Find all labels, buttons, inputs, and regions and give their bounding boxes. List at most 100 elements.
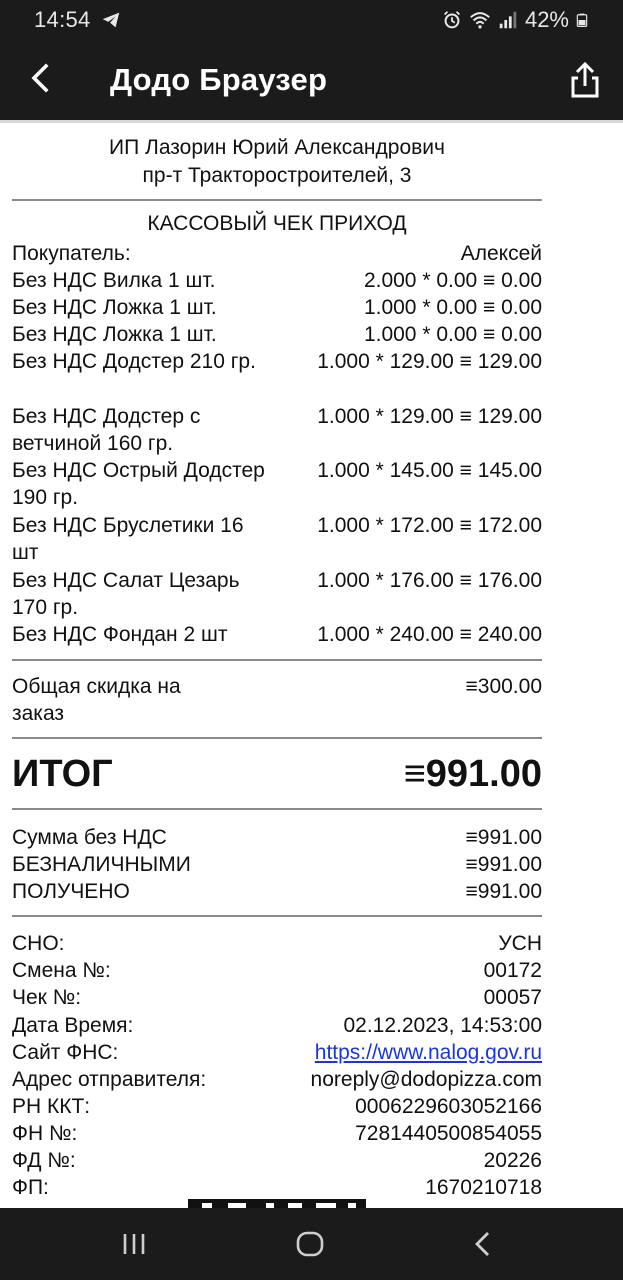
fd-label: ФД №: (12, 1149, 76, 1172)
item-calc: 1.000 * 145.00 ≡ 145.00 (317, 459, 542, 482)
fd-row: ФД №: 20226 (12, 1147, 542, 1174)
sender-row: Адрес отправителя: noreply@dodopizza.com (12, 1066, 542, 1093)
list-item: Без НДС Острый Додстер 190 гр. 1.000 * 1… (12, 457, 542, 511)
recent-apps-icon[interactable] (114, 1228, 154, 1260)
item-calc: 1.000 * 240.00 ≡ 240.00 (317, 623, 542, 646)
buyer-label: Покупатель: (12, 242, 131, 265)
item-calc: 1.000 * 0.00 ≡ 0.00 (363, 296, 542, 319)
sno-row: СНО: УСН (12, 930, 542, 957)
datetime-label: Дата Время: (12, 1014, 134, 1037)
discount-label: Общая скидка на заказ (12, 675, 181, 725)
system-nav-bar (0, 1208, 623, 1280)
back-arrow-icon[interactable] (22, 56, 62, 100)
sum-no-vat-row: Сумма без НДС ≡991.00 (12, 824, 542, 851)
item-calc: 1.000 * 172.00 ≡ 172.00 (317, 514, 542, 537)
buyer-row: Покупатель: Алексей (12, 240, 542, 267)
received-value: ≡991.00 (465, 880, 542, 903)
fp-value: 1670210718 (425, 1176, 542, 1199)
sum-no-vat-label: Сумма без НДС (12, 826, 167, 849)
sender-label: Адрес отправителя: (12, 1068, 207, 1091)
receipt-title: КАССОВЫЙ ЧЕК ПРИХОД (147, 212, 407, 235)
back-icon[interactable] (464, 1228, 504, 1260)
alarm-icon (443, 11, 460, 29)
item-name: Без НДС Фондан 2 шт (12, 623, 228, 646)
shift-value: 00172 (483, 959, 542, 982)
status-bar: 14:54 42% (0, 0, 623, 40)
list-item: Без НДС Вилка 1 шт. 2.000 * 0.00 ≡ 0.00 (12, 267, 542, 294)
divider (12, 199, 542, 201)
app-bar: Додо Браузер (0, 40, 623, 120)
fp-row: ФП: 1670210718 (12, 1174, 542, 1201)
fns-row: Сайт ФНС: https://www.nalog.gov.ru (12, 1039, 542, 1066)
item-calc: 1.000 * 0.00 ≡ 0.00 (363, 323, 542, 346)
battery-percent: 42% (524, 7, 569, 32)
buyer-value: Алексей (460, 242, 542, 265)
app-title: Додо Браузер (110, 62, 328, 97)
item-calc: 1.000 * 129.00 ≡ 129.00 (317, 350, 542, 373)
item-name: Без НДС Вилка 1 шт. (12, 269, 216, 292)
list-item: Без НДС Салат Цезарь 170 гр. 1.000 * 176… (12, 567, 542, 621)
item-name: Без НДС Ложка 1 шт. (12, 323, 217, 346)
fn-label: ФН №: (12, 1122, 78, 1145)
datetime-row: Дата Время: 02.12.2023, 14:53:00 (12, 1012, 542, 1039)
sender-value: noreply@dodopizza.com (310, 1068, 542, 1091)
status-time: 14:54 (34, 7, 91, 32)
seller-name: ИП Лазорин Юрий Александрович (109, 136, 445, 159)
divider (12, 808, 542, 810)
shift-row: Смена №: 00172 (12, 957, 542, 984)
sum-no-vat-value: ≡991.00 (465, 826, 542, 849)
item-name: Без НДС Острый Додстер 190 гр. (12, 459, 265, 509)
cashless-value: ≡991.00 (465, 853, 542, 876)
datetime-value: 02.12.2023, 14:53:00 (343, 1014, 542, 1037)
fd-value: 20226 (483, 1149, 542, 1172)
list-item: Без НДС Ложка 1 шт. 1.000 * 0.00 ≡ 0.00 (12, 321, 542, 348)
item-calc: 2.000 * 0.00 ≡ 0.00 (363, 269, 542, 292)
check-row: Чек №: 00057 (12, 984, 542, 1011)
list-item: Без НДС Додстер с ветчиной 160 гр. 1.000… (12, 403, 542, 457)
discount-value: ≡300.00 (465, 675, 542, 698)
status-icons: 42% (441, 7, 589, 33)
rn-row: РН ККТ: 0006229603052166 (12, 1093, 542, 1120)
fp-label: ФП: (12, 1176, 49, 1199)
receipt: ИП Лазорин Юрий Александрович пр-т Тракт… (0, 120, 623, 1208)
item-name: Без НДС Додстер 210 гр. (12, 350, 256, 373)
divider (12, 659, 542, 661)
home-icon[interactable] (290, 1228, 330, 1260)
seller-address: пр-т Тракторостроителей, 3 (142, 164, 412, 187)
list-item: Без НДС Додстер 210 гр. 1.000 * 129.00 ≡… (12, 348, 542, 375)
share-icon[interactable] (565, 58, 605, 102)
total-label: ИТОГ (12, 753, 113, 795)
total-value: ≡991.00 (403, 753, 542, 795)
sno-value: УСН (498, 932, 542, 955)
list-item: Без НДС Ложка 1 шт. 1.000 * 0.00 ≡ 0.00 (12, 294, 542, 321)
fns-label: Сайт ФНС: (12, 1041, 119, 1064)
item-name: Без НДС Салат Цезарь 170 гр. (12, 569, 240, 619)
item-name: Без НДС Ложка 1 шт. (12, 296, 217, 319)
received-label: ПОЛУЧЕНО (12, 880, 130, 903)
fn-row: ФН №: 7281440500854055 (12, 1120, 542, 1147)
check-value: 00057 (483, 986, 542, 1009)
fns-link[interactable]: https://www.nalog.gov.ru (315, 1039, 542, 1066)
list-item: Без НДС Фондан 2 шт 1.000 * 240.00 ≡ 240… (12, 621, 542, 648)
telegram-icon (102, 12, 120, 28)
divider (12, 915, 542, 917)
discount-row: Общая скидка на заказ ≡300.00 (12, 673, 542, 727)
qr-code (188, 1199, 366, 1208)
wifi-icon (470, 12, 490, 29)
rn-value: 0006229603052166 (355, 1095, 542, 1118)
total-row: ИТОГ ≡991.00 (12, 753, 542, 796)
list-item: Без НДС Бруслетики 16 шт 1.000 * 172.00 … (12, 512, 542, 566)
received-row: ПОЛУЧЕНО ≡991.00 (12, 878, 542, 905)
sno-label: СНО: (12, 932, 65, 955)
cashless-row: БЕЗНАЛИЧНЫМИ ≡991.00 (12, 851, 542, 878)
item-name: Без НДС Додстер с ветчиной 160 гр. (12, 405, 201, 455)
battery-icon (576, 13, 588, 28)
item-name: Без НДС Бруслетики 16 шт (12, 514, 244, 564)
cashless-label: БЕЗНАЛИЧНЫМИ (12, 853, 191, 876)
signal-icon (499, 11, 517, 29)
rn-label: РН ККТ: (12, 1095, 91, 1118)
shift-label: Смена №: (12, 959, 111, 982)
item-calc: 1.000 * 176.00 ≡ 176.00 (317, 569, 542, 592)
fn-value: 7281440500854055 (355, 1122, 542, 1145)
item-calc: 1.000 * 129.00 ≡ 129.00 (317, 405, 542, 428)
